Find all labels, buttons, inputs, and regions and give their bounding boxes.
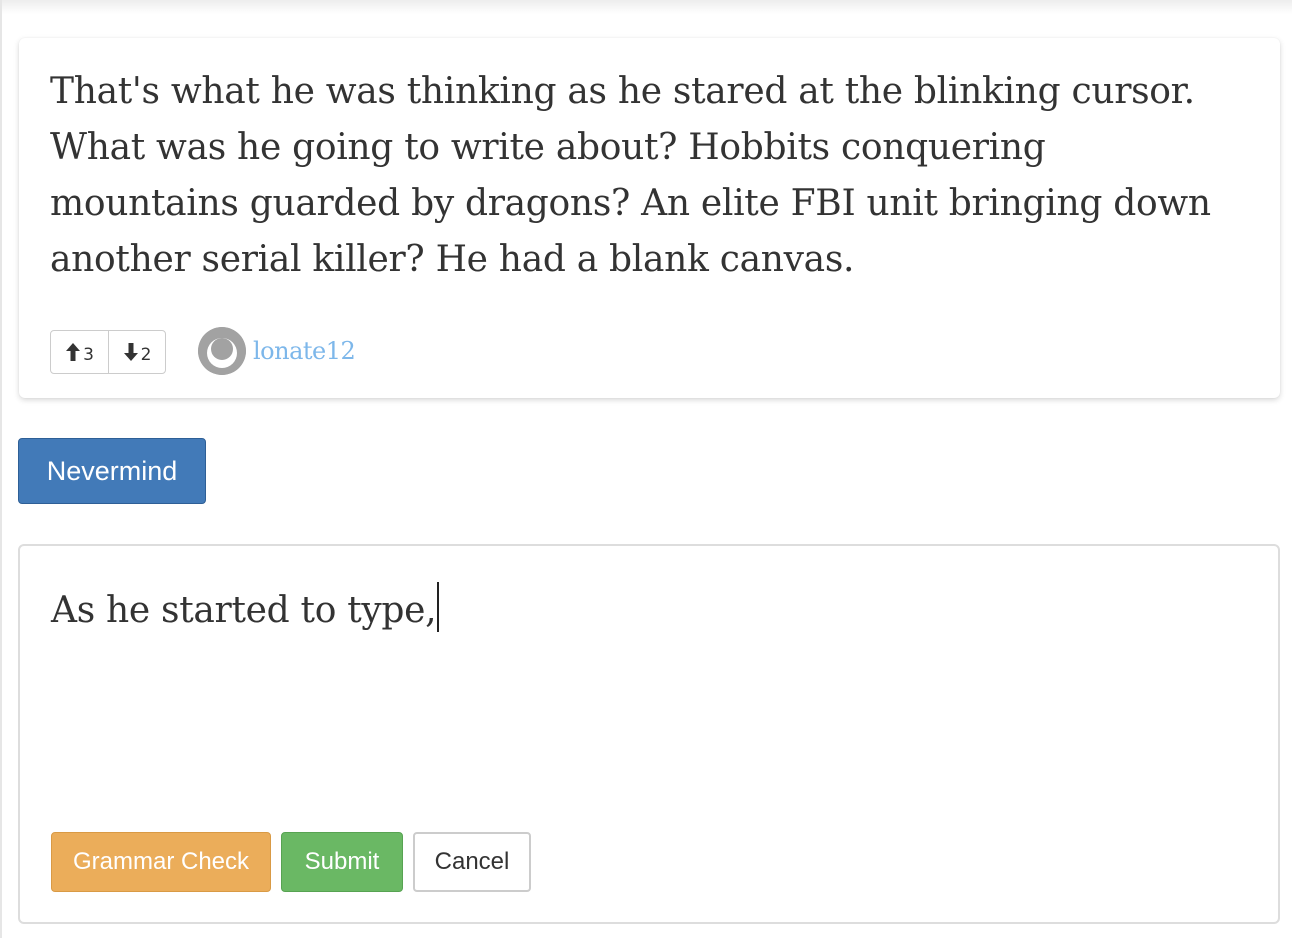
nevermind-button[interactable]: Nevermind	[18, 438, 206, 504]
left-border	[0, 0, 2, 938]
arrow-up-icon	[66, 343, 81, 361]
grammar-check-button[interactable]: Grammar Check	[51, 832, 271, 892]
story-editor[interactable]: As he started to type,	[51, 582, 1241, 782]
downvote-count: 2	[140, 345, 152, 365]
top-shadow	[0, 0, 1292, 14]
vote-group: 3 2	[50, 330, 166, 374]
downvote-button[interactable]: 2	[108, 331, 165, 373]
author-link[interactable]: lonate12	[253, 337, 356, 365]
arrow-down-icon	[123, 343, 138, 361]
story-text: That's what he was thinking as he stared…	[50, 71, 1211, 280]
submit-button[interactable]: Submit	[281, 832, 403, 892]
user-avatar-icon[interactable]	[198, 327, 246, 375]
author: lonate12	[198, 327, 356, 375]
text-cursor	[437, 582, 440, 632]
upvote-button[interactable]: 3	[51, 331, 108, 373]
editor-value: As he started to type,	[51, 590, 437, 631]
upvote-count: 3	[83, 345, 94, 365]
editor-panel: As he started to type, Grammar Check Sub…	[18, 544, 1280, 924]
cancel-button[interactable]: Cancel	[413, 832, 531, 892]
story-card: That's what he was thinking as he stared…	[19, 38, 1280, 398]
